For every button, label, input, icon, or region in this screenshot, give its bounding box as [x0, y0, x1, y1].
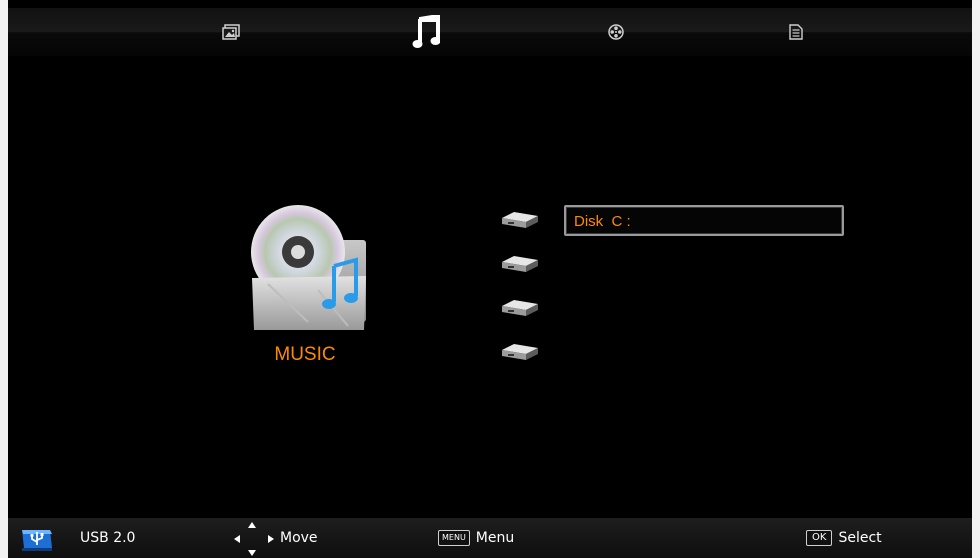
disk-icon-2 [500, 254, 540, 276]
tab-movie[interactable] [604, 8, 628, 56]
dpad-arrows-icon [234, 522, 274, 556]
hard-drive-icon [502, 212, 538, 228]
ok-key: OK [806, 530, 833, 546]
menu-key: MENU [438, 530, 470, 546]
document-icon [789, 24, 803, 40]
select-label: Select [838, 530, 882, 546]
main-panel [8, 56, 972, 518]
frame-left-border [0, 0, 8, 558]
disk-item-label: Disk C : [574, 213, 631, 230]
menu-hint: MENU Menu [438, 518, 514, 558]
tab-music[interactable] [408, 8, 444, 56]
footer-bar: USB 2.0 Move MENU Menu OK Select [8, 518, 972, 558]
media-tab-bar [8, 8, 972, 56]
disk-icon-1 [500, 210, 540, 232]
hard-drive-icon [502, 256, 538, 272]
disk-icon-3 [500, 298, 540, 320]
music-folder-icon [248, 204, 368, 332]
disk-icon-4 [500, 342, 540, 364]
frame-right-border [972, 0, 980, 558]
hard-drive-icon [502, 344, 538, 360]
menu-label: Menu [475, 530, 515, 546]
music-note-icon [412, 15, 440, 48]
tab-text[interactable] [784, 8, 808, 56]
film-reel-icon [608, 24, 624, 40]
move-label: Move [280, 530, 318, 546]
hard-drive-icon [502, 300, 538, 316]
tab-photo[interactable] [216, 8, 246, 56]
usb-icon [22, 530, 52, 551]
move-hint: Move [232, 518, 318, 558]
photo-icon [222, 24, 240, 40]
category-label: MUSIC [274, 344, 336, 365]
select-hint: OK Select [806, 518, 882, 558]
usb-status: USB 2.0 [20, 518, 135, 558]
disk-item-c[interactable]: Disk C : [564, 205, 844, 236]
usb-label: USB 2.0 [80, 530, 136, 546]
